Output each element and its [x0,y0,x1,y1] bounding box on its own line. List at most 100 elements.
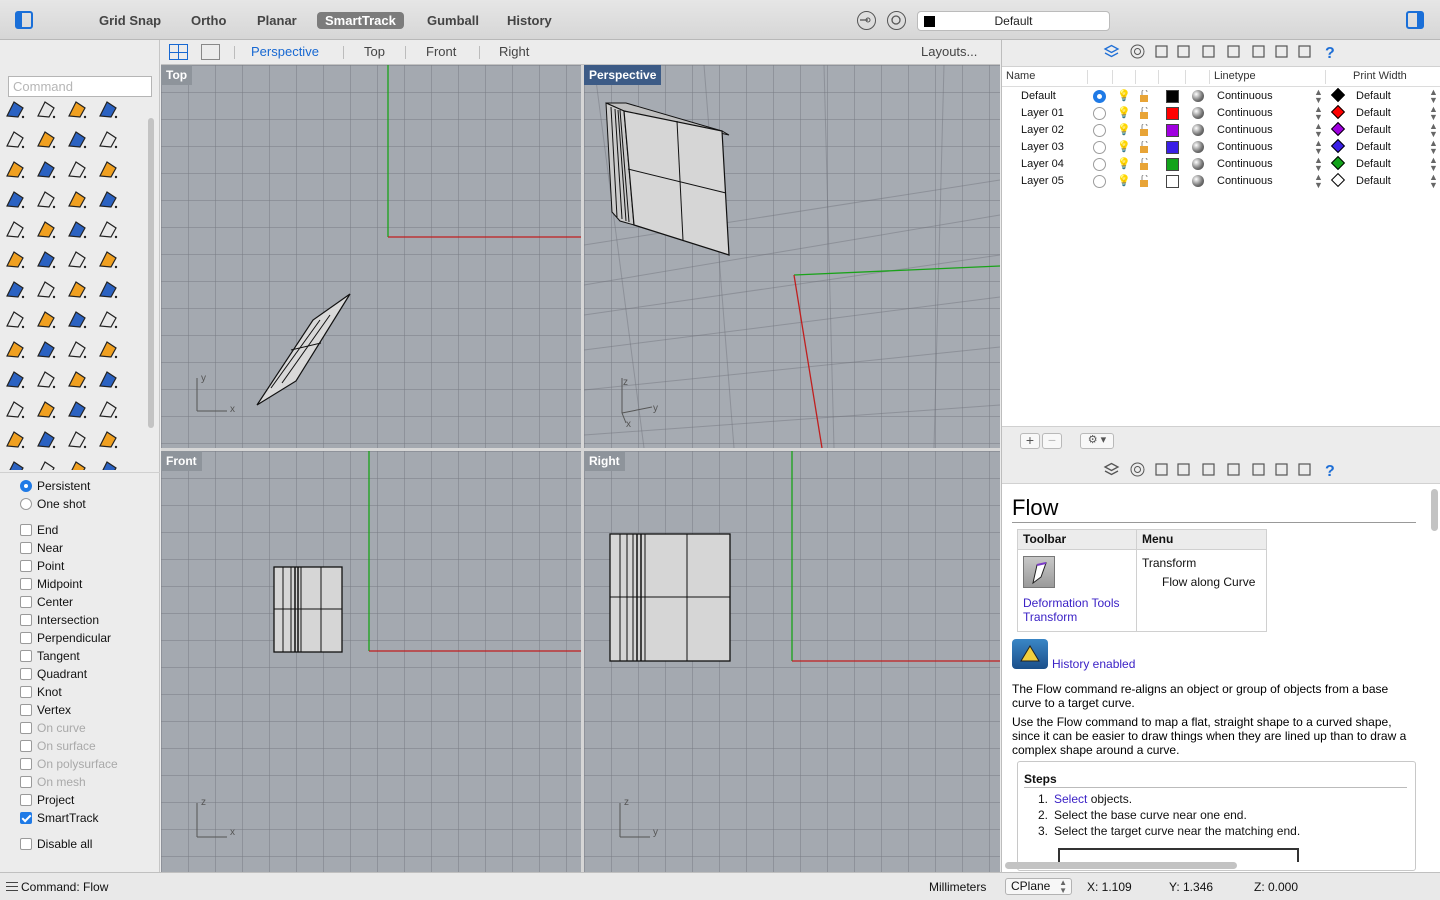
checkbox-box[interactable] [20,632,32,644]
layer-options-gear-icon[interactable]: ⚙ ▾ [1080,433,1114,449]
viewport-vertical-splitter[interactable] [581,65,584,872]
ortho-toggle[interactable]: Ortho [183,12,234,29]
cone-icon[interactable] [95,456,121,470]
zoom-selected-icon[interactable] [95,366,121,392]
layer-name[interactable]: Layer 02 [1021,124,1064,136]
terrain-icon[interactable] [64,396,90,422]
layer-linetype[interactable]: Continuous [1217,107,1273,119]
cylinder-icon[interactable] [64,186,90,212]
page-icon[interactable] [1273,461,1290,478]
fillet-curve-icon[interactable] [33,156,59,182]
four-viewport-layout-icon[interactable] [169,44,188,60]
circle-icon[interactable] [2,126,28,152]
linetype-column-header[interactable]: Linetype [1214,70,1256,82]
osnap-on-surface-checkbox[interactable]: On surface [0,737,160,755]
single-viewport-layout-icon[interactable] [201,44,220,60]
layer-material-icon[interactable] [1192,141,1204,153]
current-layer-select[interactable]: Default [917,11,1110,31]
checkbox-box[interactable] [20,650,32,662]
render-preview-icon[interactable] [95,336,121,362]
osnap-intersection-checkbox[interactable]: Intersection [0,611,160,629]
layer-unlocked-icon[interactable] [1139,175,1149,187]
checkbox-box[interactable] [20,686,32,698]
filter-icon[interactable] [857,11,876,30]
osnap-icon[interactable] [887,11,906,30]
libraries-icon[interactable] [1250,461,1267,478]
layer-visible-bulb-icon[interactable]: 💡 [1117,140,1131,153]
extrude-icon[interactable] [95,156,121,182]
properties-icon[interactable] [1129,43,1146,60]
layer-color-swatch[interactable] [1166,158,1179,171]
osnap-on-curve-checkbox[interactable]: On curve [0,719,160,737]
layer-print-width[interactable]: Default [1356,107,1391,119]
layer-print-width[interactable]: Default [1356,141,1391,153]
current-layer-radio[interactable] [1093,107,1106,120]
layer-visible-bulb-icon[interactable]: 💡 [1117,123,1131,136]
checkbox-box[interactable] [20,704,32,716]
zoom-icon[interactable] [2,366,28,392]
flow-tool-icon[interactable] [1023,556,1055,588]
linetype-stepper-icon[interactable]: ▲ ▼ [1314,88,1323,105]
checkbox-box[interactable] [20,812,32,824]
line-icon[interactable] [95,100,121,122]
layer-row[interactable]: Layer 05 💡 Continuous ▲ ▼ Default ▲ ▼ [1002,173,1440,190]
layer-unlocked-icon[interactable] [1139,124,1149,136]
checkbox-box[interactable] [20,668,32,680]
linetype-stepper-icon[interactable]: ▲ ▼ [1314,105,1323,122]
check-icon[interactable] [33,336,59,362]
layer-linetype[interactable]: Continuous [1217,124,1273,136]
layer-unlocked-icon[interactable] [1139,90,1149,102]
viewport-label-front[interactable]: Front [161,451,202,471]
layer-print-width[interactable]: Default [1356,158,1391,170]
tool-palette-scrollbar[interactable] [148,118,154,428]
cage-icon[interactable] [2,306,28,332]
name-column-header[interactable]: Name [1006,70,1035,82]
arc-icon[interactable] [2,156,28,182]
solid-edit-icon[interactable] [2,336,28,362]
checkbox-box[interactable] [20,578,32,590]
osnap-point-checkbox[interactable]: Point [0,557,160,575]
toggle-left-sidebar-icon[interactable] [15,11,33,29]
viewport-perspective[interactable]: z y x Perspective [584,65,1000,448]
layer-linetype[interactable]: Continuous [1217,158,1273,170]
sphere-icon[interactable] [33,186,59,212]
print-color-diamond-icon[interactable] [1330,138,1346,154]
group-icon[interactable] [33,246,59,272]
disable-all-checkbox[interactable]: Disable all [0,835,160,853]
linetype-stepper-icon[interactable]: ▲ ▼ [1314,139,1323,156]
notes-icon[interactable] [1153,43,1170,60]
print-color-diamond-icon[interactable] [1330,172,1346,188]
point-icon[interactable] [2,100,28,122]
tab-right[interactable]: Right [499,44,529,59]
material-icon[interactable] [64,426,90,452]
split-icon[interactable] [33,216,59,242]
history-enabled-link[interactable]: History enabled [1052,657,1135,671]
rotate-icon[interactable] [64,246,90,272]
osnap-smarttrack-checkbox[interactable]: SmartTrack [0,809,160,827]
layer-material-icon[interactable] [1192,124,1204,136]
checkbox-box[interactable] [20,722,32,734]
osnap-quadrant-checkbox[interactable]: Quadrant [0,665,160,683]
command-input[interactable] [8,76,152,97]
print-color-diamond-icon[interactable] [1330,121,1346,137]
layer-material-icon[interactable] [1192,175,1204,187]
print-width-column-header[interactable]: Print Width [1353,70,1407,82]
move-icon[interactable] [33,276,59,302]
layer-row[interactable]: Layer 02 💡 Continuous ▲ ▼ Default ▲ ▼ [1002,122,1440,139]
osnap-on-polysurface-checkbox[interactable]: On polysurface [0,755,160,773]
osnap-perpendicular-checkbox[interactable]: Perpendicular [0,629,160,647]
scale-icon[interactable] [95,246,121,272]
layer-linetype[interactable]: Continuous [1217,90,1273,102]
history-toggle[interactable]: History [499,12,560,29]
dome-icon[interactable] [2,456,28,470]
linetype-stepper-icon[interactable]: ▲ ▼ [1314,156,1323,173]
display-icon[interactable] [1175,43,1192,60]
render-icon[interactable] [1225,43,1242,60]
viewport-top[interactable]: y x Top [161,65,581,448]
osnap-vertex-checkbox[interactable]: Vertex [0,701,160,719]
layer-linetype[interactable]: Continuous [1217,141,1273,153]
current-layer-radio[interactable] [1093,175,1106,188]
help-icon[interactable]: ? [1321,461,1338,480]
osnap-on-mesh-checkbox[interactable]: On mesh [0,773,160,791]
tab-top[interactable]: Top [364,44,385,59]
